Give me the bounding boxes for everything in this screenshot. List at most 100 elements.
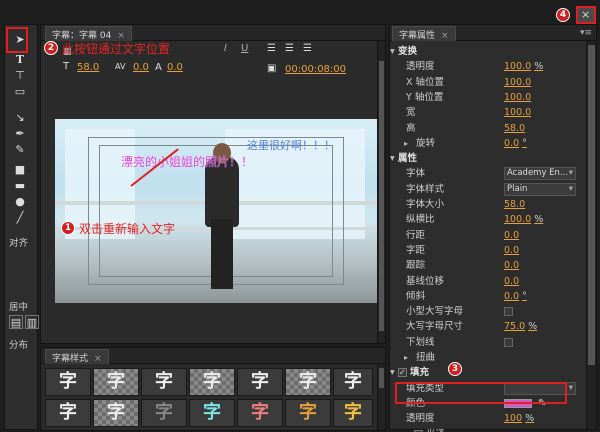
expand-arrow-icon[interactable]: ▾ <box>390 365 395 380</box>
styles-scrollbar-thumb[interactable] <box>379 368 384 388</box>
property-value[interactable]: 100.0 <box>504 90 531 105</box>
ellipse-tool-icon[interactable]: ● <box>13 195 27 209</box>
area-type-tool-icon[interactable]: ▭ <box>13 85 27 99</box>
props-scrollbar-thumb[interactable] <box>588 45 595 365</box>
property-value-number[interactable]: 100 <box>504 413 522 424</box>
swatch-glyph: 字 <box>203 402 221 423</box>
property-value[interactable]: 100.0% <box>504 212 543 227</box>
style-swatch[interactable]: 字 <box>93 368 139 396</box>
property-value[interactable]: 100.0% <box>504 59 543 74</box>
underline-icon[interactable]: U <box>241 43 248 54</box>
fill-checkbox[interactable]: ✓ <box>398 368 407 378</box>
style-swatch[interactable]: 字 <box>285 368 331 396</box>
panel-menu-icon[interactable]: ▾≡ <box>580 28 592 38</box>
collapse-arrow-icon[interactable]: ▸ <box>404 350 408 365</box>
property-value[interactable]: 0.0 <box>504 228 519 243</box>
property-value[interactable]: 0.0 ° <box>504 136 527 151</box>
tab-title-properties[interactable]: 字幕属性 × <box>392 26 456 41</box>
property-value[interactable]: 75.0% <box>504 319 537 334</box>
property-dropdown[interactable]: Plain <box>504 182 576 196</box>
style-swatch[interactable]: 字 <box>333 368 373 396</box>
style-swatch[interactable]: 字 <box>237 368 283 396</box>
style-swatch[interactable]: 字 <box>237 399 283 427</box>
style-swatch[interactable]: 字 <box>141 368 187 396</box>
style-swatch[interactable]: 字 <box>189 399 235 427</box>
property-value[interactable]: 0.0 <box>504 243 519 258</box>
tab-stops-icon[interactable]: ▣ <box>267 63 276 74</box>
property-value-number[interactable]: 0.0 <box>504 138 519 149</box>
collapse-arrow-icon[interactable]: ▸ <box>404 427 408 432</box>
align-center-icon[interactable]: ☰ <box>285 43 294 54</box>
title-text-blue[interactable]: 这里很好啊！！！ <box>247 137 335 153</box>
props-scrollbar[interactable] <box>586 41 596 429</box>
style-swatch[interactable]: 字 <box>333 399 373 427</box>
property-value[interactable]: 100.0 <box>504 105 531 120</box>
property-value-number[interactable]: 58.0 <box>504 123 525 134</box>
property-dropdown[interactable]: Academy En... <box>504 167 576 181</box>
property-checkbox[interactable] <box>504 307 513 317</box>
line-tool-icon[interactable]: ╱ <box>13 211 27 225</box>
property-unit: % <box>534 61 544 73</box>
close-icon[interactable]: × <box>441 31 449 41</box>
property-value[interactable]: 58.0 <box>504 121 525 136</box>
add-anchor-tool-icon[interactable]: ✎ <box>13 143 27 157</box>
style-swatch[interactable]: 字 <box>141 399 187 427</box>
property-value-number[interactable]: 0.0 <box>504 260 519 271</box>
section-header[interactable]: ▾ ✓ 填充 <box>390 365 586 380</box>
style-swatch[interactable]: 字 <box>285 399 331 427</box>
collapse-arrow-icon[interactable]: ▸ <box>404 136 408 151</box>
font-size-value[interactable]: 58.0 <box>77 62 99 73</box>
title-text-pink[interactable]: 漂亮的小姐姐的照片！！ <box>121 153 253 170</box>
pen-tool-icon[interactable]: ✒ <box>13 127 27 141</box>
editor-scrollbar[interactable] <box>377 41 385 343</box>
center-horizontal-icon[interactable]: ▥ <box>25 315 39 329</box>
editor-scrollbar-thumb[interactable] <box>379 61 384 331</box>
property-value[interactable]: 0.0 ° <box>504 289 527 304</box>
property-value-number[interactable]: 0.0 <box>504 276 519 287</box>
section-header[interactable]: ▾ 变换 <box>390 44 586 59</box>
expand-arrow-icon[interactable]: ▾ <box>390 44 395 59</box>
expand-arrow-icon[interactable]: ▾ <box>390 151 395 166</box>
italic-icon[interactable]: I <box>224 43 227 54</box>
rounded-rect-tool-icon[interactable]: ▬ <box>13 179 27 193</box>
center-vertical-icon[interactable]: ▤ <box>9 315 23 329</box>
property-value-number[interactable]: 0.0 <box>504 230 519 241</box>
style-swatch[interactable]: 字 <box>189 368 235 396</box>
property-value[interactable]: 0.0 <box>504 274 519 289</box>
property-value[interactable]: 100.0 <box>504 75 531 90</box>
align-right-icon[interactable]: ☰ <box>303 43 312 54</box>
type-tool-icon[interactable]: T <box>13 53 27 67</box>
section-header[interactable]: ▾ 属性 <box>390 151 586 166</box>
property-value[interactable]: 58.0 <box>504 197 525 212</box>
leading-value[interactable]: 0.0 <box>167 62 183 73</box>
video-preview[interactable]: 漂亮的小姐姐的照片！！ 这里很好啊！！！ <box>55 119 377 303</box>
property-value-number[interactable]: 100.0 <box>504 77 531 88</box>
property-value-number[interactable]: 100.0 <box>504 61 531 72</box>
property-value-number[interactable]: 75.0 <box>504 321 525 332</box>
property-value-number[interactable]: 100.0 <box>504 92 531 103</box>
property-checkbox[interactable] <box>504 337 513 347</box>
property-value-number[interactable]: 0.0 <box>504 245 519 256</box>
property-value-number[interactable]: 100.0 <box>504 214 531 225</box>
property-value[interactable]: 0.0 <box>504 258 519 273</box>
close-window-button[interactable]: × <box>576 6 596 24</box>
tab-title-04[interactable]: 字幕：字幕 04 × <box>45 26 132 41</box>
property-value-number[interactable]: 0.0 <box>504 291 519 302</box>
close-icon[interactable]: × <box>94 354 102 364</box>
style-swatch[interactable]: 字 <box>93 399 139 427</box>
property-label: 宽 <box>406 107 416 119</box>
property-value-number[interactable]: 100.0 <box>504 107 531 118</box>
path-type-tool-icon[interactable]: ↘ <box>13 111 27 125</box>
style-swatch[interactable]: 字 <box>45 399 91 427</box>
align-left-icon[interactable]: ☰ <box>267 43 276 54</box>
tracking-value[interactable]: 0.0 <box>133 62 149 73</box>
styles-scrollbar[interactable] <box>377 364 385 430</box>
rectangle-tool-icon[interactable]: ■ <box>13 163 27 177</box>
property-value-number[interactable]: 58.0 <box>504 199 525 210</box>
tab-title-styles[interactable]: 字幕样式 × <box>45 349 109 364</box>
vertical-type-tool-icon[interactable]: ⊤ <box>13 69 27 83</box>
property-value[interactable]: 100% <box>504 411 534 426</box>
style-swatch[interactable]: 字 <box>45 368 91 396</box>
timecode-value[interactable]: 00:00:08:00 <box>285 64 346 75</box>
property-row: 跟踪 0.0 <box>390 258 586 273</box>
